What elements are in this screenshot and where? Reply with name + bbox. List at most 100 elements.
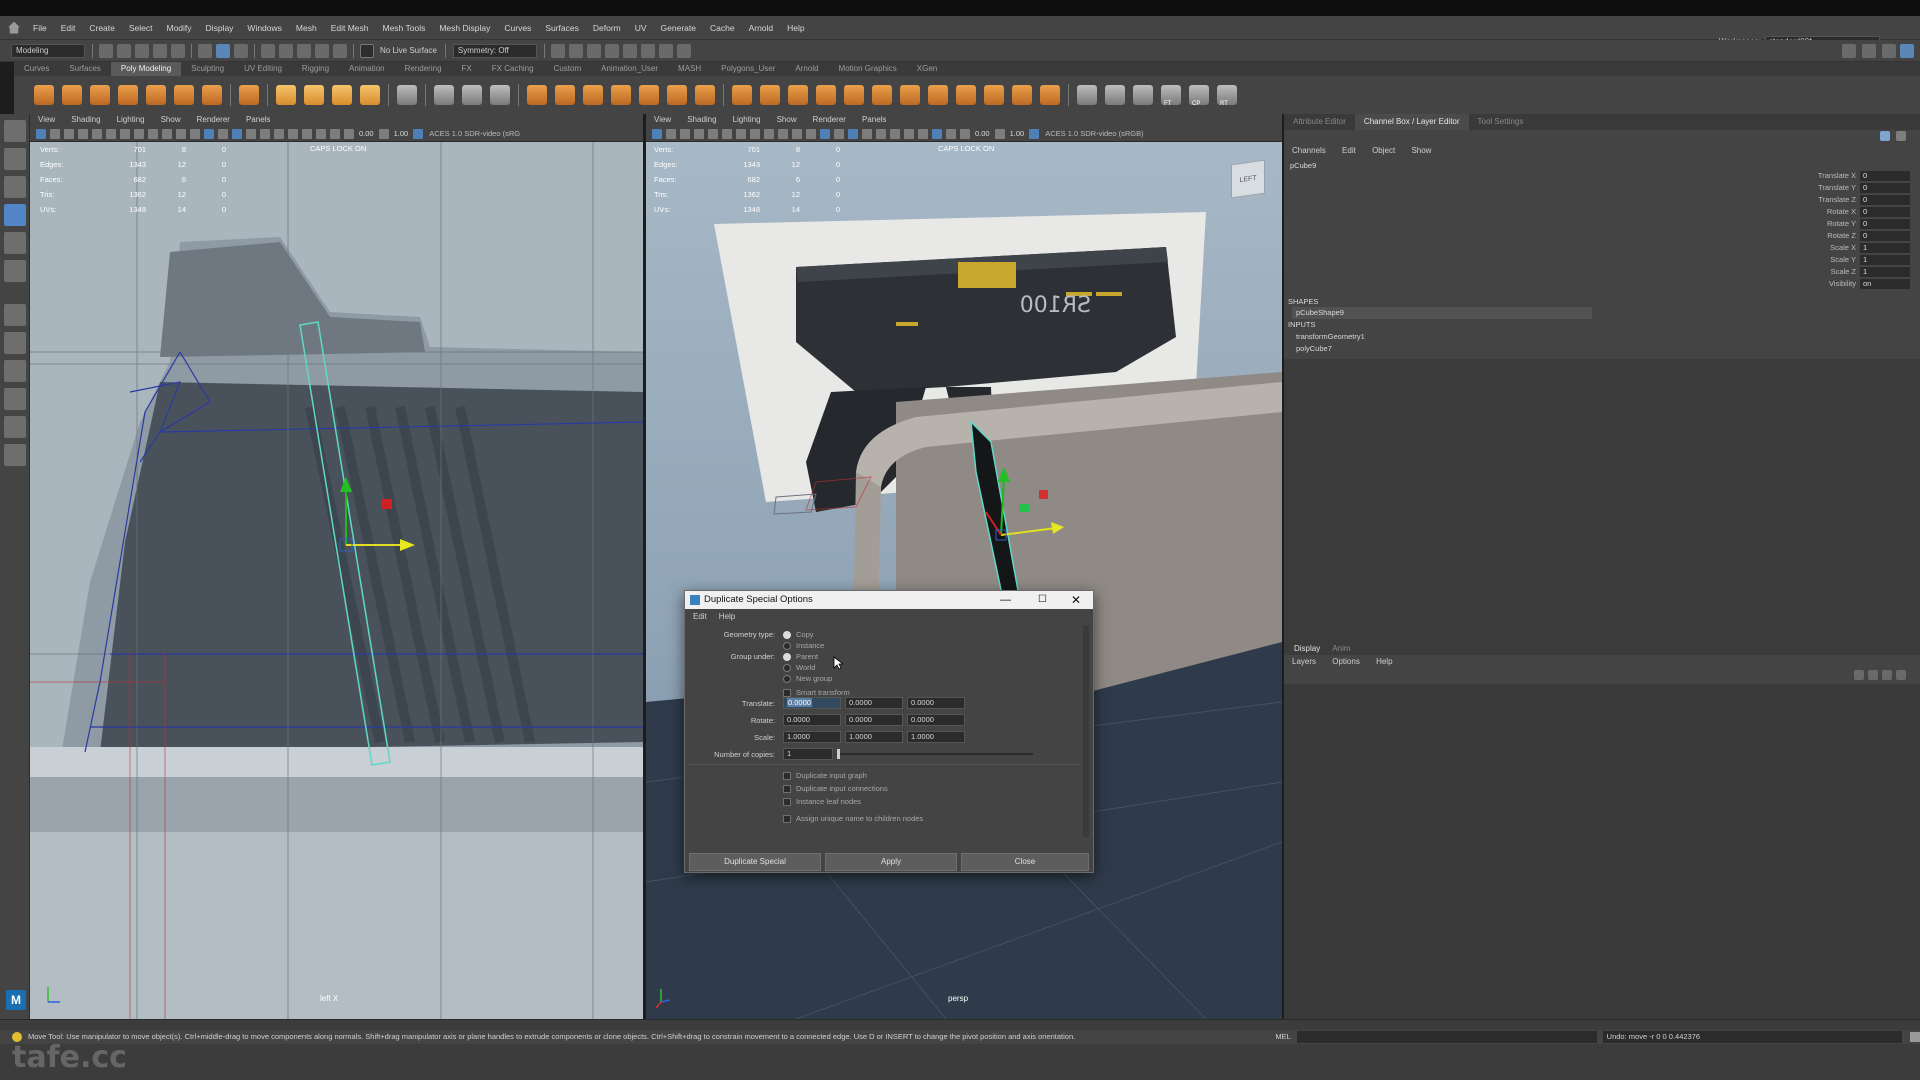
snap-icon[interactable] [462,85,482,105]
shape-node[interactable]: pCubeShape9 [1292,307,1592,319]
measure-icon[interactable] [490,85,510,105]
select-component-icon[interactable] [234,43,248,58]
home-icon[interactable] [8,21,20,34]
redo-icon[interactable] [171,43,185,58]
resolution-gate-icon[interactable] [736,128,746,139]
viewport-menu-panels[interactable]: Panels [854,114,894,126]
tab-attribute-editor[interactable]: Attribute Editor [1284,114,1355,130]
poly-cone-icon[interactable] [118,85,138,105]
shelf-tab[interactable]: Custom [544,62,592,76]
field-chart-icon[interactable] [148,128,158,139]
select-icon[interactable] [434,85,454,105]
translate-z-field[interactable]: 0.0000 [907,697,965,709]
dialog-menu-help[interactable]: Help [715,609,739,624]
channel-value[interactable]: 0 [1860,171,1910,182]
textured-icon[interactable] [246,128,256,139]
arnold-render-icon[interactable] [658,43,673,58]
dialog-title-bar[interactable]: Duplicate Special Options — ☐ ✕ [685,591,1093,609]
menu-item[interactable]: Modify [160,16,199,40]
exposure-icon[interactable] [344,128,354,139]
svg-tool-icon[interactable] [360,85,380,105]
offset-edge-loop-icon[interactable] [1012,85,1032,105]
input-node[interactable]: transformGeometry1 [1296,331,1365,343]
wireframe-on-shaded-icon[interactable] [232,128,242,139]
scale-tool-icon[interactable] [4,260,26,282]
input-node[interactable]: polyCube7 [1296,343,1332,355]
platonic-solid-icon[interactable] [239,85,259,105]
four-view-icon[interactable] [4,360,26,382]
menu-item[interactable]: Windows [240,16,288,40]
instance-leaf-nodes-checkbox[interactable] [783,797,791,806]
channel-value[interactable]: 0 [1860,183,1910,194]
snap-surface-icon[interactable] [333,43,347,58]
smooth-shade-icon[interactable] [204,128,214,139]
select-tool-icon[interactable] [4,120,26,142]
insert-edge-loop-icon[interactable] [984,85,1004,105]
tab-tool-settings[interactable]: Tool Settings [1469,114,1533,130]
live-surface-label[interactable]: No Live Surface [380,46,437,55]
shelf-tab[interactable]: Rendering [395,62,452,76]
menu-item[interactable]: Mesh Tools [376,16,433,40]
image-plane-icon[interactable] [78,128,88,139]
ambient-occlusion-icon[interactable] [288,128,298,139]
modeling-toolkit-icon[interactable] [1862,43,1876,58]
menu-show[interactable]: Show [1411,146,1431,155]
pause-icon[interactable] [676,43,691,58]
poly-sphere-icon[interactable] [34,85,54,105]
duplicate-input-graph-checkbox[interactable] [783,771,791,780]
move-layer-up-icon[interactable] [1854,670,1864,680]
bridge-icon[interactable] [760,85,780,105]
smooth-shade-icon[interactable] [820,128,830,139]
channel-row[interactable]: Scale Y 1 [1802,254,1910,266]
viewport-menu-renderer[interactable]: Renderer [189,114,238,126]
new-scene-icon[interactable] [99,43,113,58]
resolution-gate-icon[interactable] [120,128,130,139]
boolean-difference-icon[interactable] [639,85,659,105]
mirror-icon[interactable] [695,85,715,105]
world-radio[interactable] [783,663,791,672]
slide-edge-icon[interactable] [1040,85,1060,105]
wireframe-icon[interactable] [806,128,816,139]
new-layer-selected-icon[interactable] [1896,670,1906,680]
viewport-menu-view[interactable]: View [646,114,679,126]
channel-box-icon[interactable] [1882,43,1896,58]
single-perspective-icon[interactable] [4,332,26,354]
shelf-tab[interactable]: Poly Modeling [110,62,182,76]
shadows-icon[interactable] [890,128,900,139]
minimize-icon[interactable]: — [1000,591,1011,609]
shelf-tab[interactable]: FX [452,62,482,76]
channel-row[interactable]: Translate X 0 [1802,170,1910,182]
translate-x-field[interactable]: 0.0000 [783,697,841,709]
isolate-select-icon[interactable] [918,128,928,139]
shelf-tab[interactable]: Arnold [785,62,828,76]
gate-mask-icon[interactable] [134,128,144,139]
script-editor-icon[interactable] [1910,1032,1920,1042]
snap-grid-icon[interactable] [261,43,275,58]
pen-icon[interactable] [1077,85,1097,105]
shelf-tab[interactable]: UV Editing [234,62,292,76]
color-space-label[interactable]: ACES 1.0 SDR-video (sRG [429,129,520,138]
quad-draw-icon[interactable] [956,85,976,105]
layout-icon[interactable] [1900,43,1914,58]
sidebar-toggle-icon[interactable] [1842,43,1856,58]
gamma-value[interactable]: 1.00 [391,129,412,138]
field-chart-icon[interactable] [764,128,774,139]
super-shape-icon[interactable] [276,85,296,105]
hypershade-icon[interactable] [622,43,637,58]
safe-title-icon[interactable] [176,128,186,139]
viewport-right-canvas[interactable]: SR100 LEFT Verts: 701 8 0 Edges: 1343 12… [646,142,1282,1019]
lights-icon[interactable] [260,128,270,139]
poly-torus-icon[interactable] [146,85,166,105]
menu-object[interactable]: Object [1372,146,1395,155]
image-plane-icon[interactable] [694,128,704,139]
type-tool-icon[interactable] [332,85,352,105]
gate-mask-icon[interactable] [750,128,760,139]
menu-layers[interactable]: Layers [1292,657,1316,666]
boolean-intersection-icon[interactable] [667,85,687,105]
channel-row[interactable]: Rotate X 0 [1802,206,1910,218]
safe-action-icon[interactable] [162,128,172,139]
wireframe-icon[interactable] [190,128,200,139]
camera-select-icon[interactable] [652,128,662,139]
rotate-y-field[interactable]: 0.0000 [845,714,903,726]
viewport-menu-shading[interactable]: Shading [63,114,108,126]
